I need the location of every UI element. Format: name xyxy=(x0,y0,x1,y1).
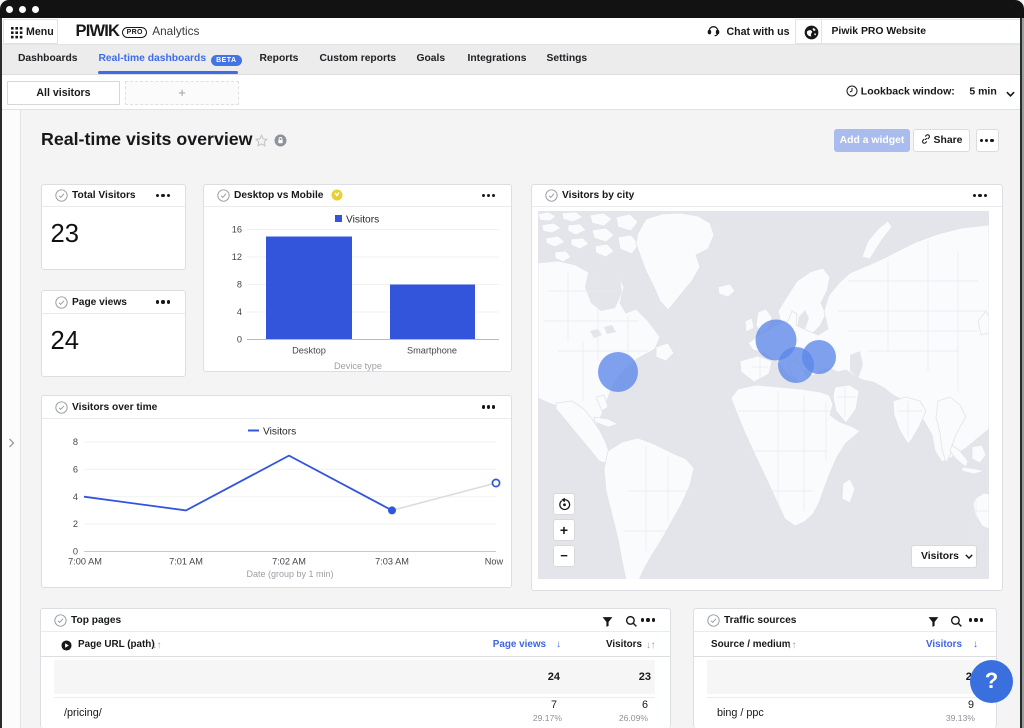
svg-text:6: 6 xyxy=(73,464,78,474)
svg-text:Visitors: Visitors xyxy=(346,214,379,225)
svg-text:Smartphone: Smartphone xyxy=(407,345,457,355)
svg-text:16: 16 xyxy=(232,224,242,234)
svg-text:12: 12 xyxy=(232,252,242,262)
svg-text:Visitors: Visitors xyxy=(263,427,296,438)
svg-text:7:00 AM: 7:00 AM xyxy=(68,557,102,567)
svg-text:7:01 AM: 7:01 AM xyxy=(169,557,203,567)
svg-text:Date (group by 1 min): Date (group by 1 min) xyxy=(246,569,333,579)
svg-text:8: 8 xyxy=(237,279,242,289)
svg-text:2: 2 xyxy=(73,519,78,529)
svg-text:8: 8 xyxy=(73,437,78,447)
svg-text:4: 4 xyxy=(73,492,78,502)
svg-text:0: 0 xyxy=(73,547,78,557)
svg-text:4: 4 xyxy=(237,307,242,317)
svg-text:7:02 AM: 7:02 AM xyxy=(272,557,306,567)
svg-text:Now: Now xyxy=(485,557,504,567)
svg-text:7:03 AM: 7:03 AM xyxy=(375,557,409,567)
svg-text:Desktop: Desktop xyxy=(292,345,326,355)
svg-text:0: 0 xyxy=(237,334,242,344)
